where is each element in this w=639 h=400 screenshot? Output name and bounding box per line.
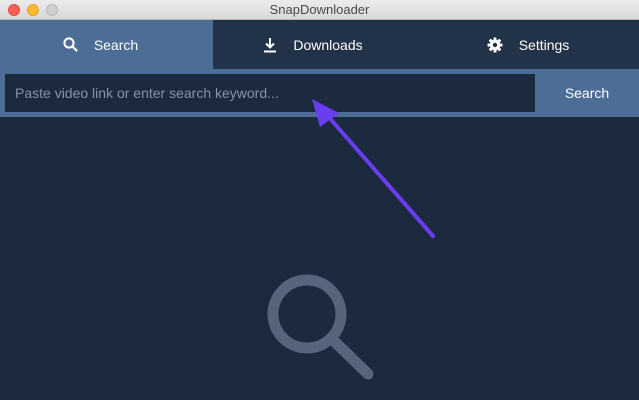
tab-settings-label: Settings (518, 36, 570, 53)
tab-bar: Search Downloads Settings (0, 20, 639, 69)
search-input[interactable] (5, 74, 535, 112)
tab-downloads-label: Downloads (293, 36, 363, 53)
tab-search-label: Search (93, 36, 139, 53)
tab-settings[interactable]: Settings (413, 20, 639, 69)
window-title: SnapDownloader (269, 2, 370, 17)
empty-state-search-icon (267, 274, 374, 380)
download-icon (263, 37, 277, 53)
search-button[interactable]: Search (535, 74, 639, 112)
window-titlebar: SnapDownloader (0, 0, 639, 20)
tab-downloads[interactable]: Downloads (213, 20, 413, 69)
search-icon (63, 37, 78, 52)
search-bar: Search (0, 69, 639, 117)
gear-icon (487, 37, 503, 53)
tab-search[interactable]: Search (0, 20, 213, 69)
